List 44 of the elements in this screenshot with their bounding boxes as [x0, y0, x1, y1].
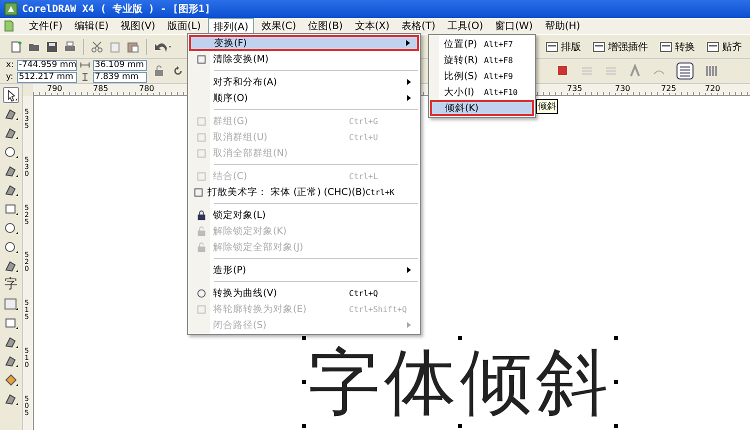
toolbar-button[interactable]: 排版: [544, 38, 583, 54]
x-position-field[interactable]: -744.959 mm: [16, 60, 77, 70]
menu-item[interactable]: 帮助(H): [540, 18, 586, 34]
toolbar-button[interactable]: 增强插件: [591, 38, 650, 54]
ruler-label: 785: [93, 84, 108, 93]
tooltip: 倾斜: [536, 99, 558, 114]
text-tool-button[interactable]: 字: [4, 277, 18, 293]
menu-item[interactable]: 顺序(O): [189, 90, 419, 106]
menu-item[interactable]: 清除变换(M): [189, 51, 419, 67]
ruler-label: 730: [615, 84, 630, 93]
menu-item[interactable]: 对齐和分布(A): [189, 74, 419, 90]
menu-item[interactable]: 大小(I) Alt+F10: [430, 84, 534, 100]
ruler-label: 720: [705, 84, 720, 93]
menu-item[interactable]: 转换为曲线(V) Ctrl+Q: [189, 285, 419, 301]
menu-item[interactable]: 编辑(E): [70, 18, 114, 34]
menu-item[interactable]: 打散美术字： 宋体 (正常) (CHC)(B)Ctrl+K: [189, 184, 419, 200]
menu-item[interactable]: 文本(X): [350, 18, 394, 34]
menu-item[interactable]: 比例(S) Alt+F9: [430, 68, 534, 84]
menu-item[interactable]: 倾斜(K): [430, 100, 534, 116]
menu-item[interactable]: 窗口(W): [490, 18, 538, 34]
menu-item[interactable]: 文件(F): [24, 18, 68, 34]
menu-item[interactable]: 位图(B): [303, 18, 348, 34]
menu-item[interactable]: 工具(O): [442, 18, 488, 34]
y-label: y:: [6, 72, 14, 82]
menu-item[interactable]: 效果(C): [256, 18, 302, 34]
menu-item[interactable]: 造形(P): [189, 262, 419, 278]
menu-item[interactable]: 版面(L): [162, 18, 206, 34]
toolbar-button[interactable]: 转换: [658, 38, 697, 54]
menu-item[interactable]: 视图(V): [116, 18, 160, 34]
menu-item[interactable]: 表格(T): [396, 18, 440, 34]
menu-item[interactable]: 锁定对象(L): [189, 207, 419, 223]
menu-item[interactable]: 变换(F): [189, 35, 419, 51]
window-title: CorelDRAW X4 ( 专业版 ) - [图形1]: [22, 2, 210, 16]
x-label: x:: [6, 60, 14, 70]
ruler-label: 735: [567, 84, 582, 93]
width-field[interactable]: 36.109 mm: [92, 60, 147, 70]
menu-item[interactable]: 位置(P) Alt+F7: [430, 36, 534, 52]
ruler-label: 780: [139, 84, 154, 93]
menu-item[interactable]: 旋转(R) Alt+F8: [430, 52, 534, 68]
y-position-field[interactable]: 512.217 mm: [16, 72, 77, 82]
ruler-label: 790: [47, 84, 62, 93]
height-field[interactable]: 7.839 mm: [92, 72, 147, 82]
ruler-label: 725: [661, 84, 676, 93]
toolbar-button[interactable]: 贴齐: [705, 38, 744, 54]
